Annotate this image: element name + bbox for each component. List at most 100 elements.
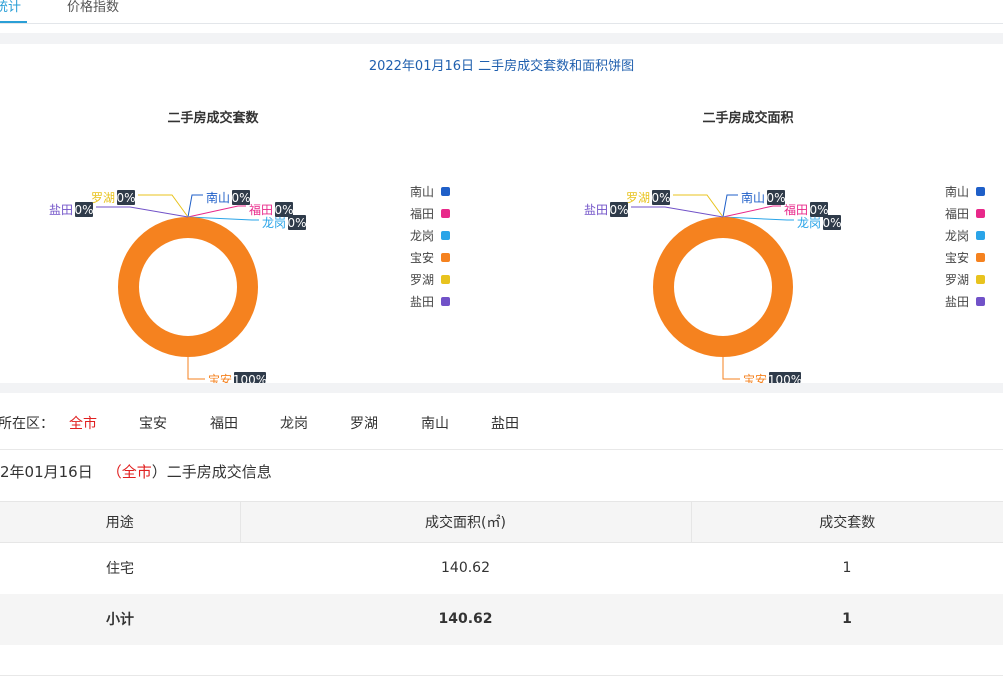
pie-label-name: 盐田 xyxy=(584,203,608,217)
tab-price-index[interactable]: 价格指数 xyxy=(67,0,119,15)
legend-swatch xyxy=(441,208,450,218)
legend-item[interactable]: 福田 xyxy=(370,202,450,224)
legend-label: 罗湖 xyxy=(944,272,969,287)
legend-swatch xyxy=(976,296,985,306)
pie-label-name: 福田 xyxy=(784,202,808,217)
subtotal-use: 小计 xyxy=(0,593,240,645)
active-tab-indicator xyxy=(0,21,27,23)
legend-item[interactable]: 福田 xyxy=(905,202,985,224)
chart-panel: 2022年01月16日 二手房成交套数和面积饼图 二手房成交套数 南山 0% 福田 0… xyxy=(0,44,1003,383)
pie-label-name: 盐田 xyxy=(49,203,73,217)
pie-label-percent: 0% xyxy=(609,203,628,217)
filter-option-all[interactable]: 全市 xyxy=(69,413,97,433)
legend-item[interactable]: 龙岗 xyxy=(905,224,985,246)
legend-item[interactable]: 罗湖 xyxy=(370,268,450,290)
legend-label: 福田 xyxy=(409,206,434,221)
pie-label-name: 龙岗 xyxy=(262,216,286,230)
table-header-row: 用途 成交面积(㎡) 成交套数 xyxy=(0,501,1003,543)
pie-label-name: 龙岗 xyxy=(797,216,821,230)
legend-label: 龙岗 xyxy=(944,228,969,243)
pie-label-percent: 0% xyxy=(651,191,670,205)
legend-label: 南山 xyxy=(409,184,434,199)
transaction-info-title: 2年01月16日 （全市）二手房成交信息 xyxy=(0,461,272,482)
cell-use: 住宅 xyxy=(106,561,134,578)
filter-option-longgang[interactable]: 龙岗 xyxy=(280,413,308,433)
pie-label-name: 宝安 xyxy=(743,372,767,383)
legend-item[interactable]: 龙岗 xyxy=(370,224,450,246)
legend-swatch xyxy=(976,274,985,284)
legend-label: 罗湖 xyxy=(409,272,434,287)
pie-leader-line xyxy=(187,205,246,218)
pie-label-percent: 0% xyxy=(809,203,828,217)
legend-swatch xyxy=(441,186,450,196)
info-suffix: 二手房成交信息 xyxy=(166,463,272,481)
pie-label-percent: 0% xyxy=(74,203,93,217)
filter-option-luohu[interactable]: 罗湖 xyxy=(350,413,378,433)
pie-label-percent: 0% xyxy=(822,216,841,230)
pie-label-percent: 100% xyxy=(768,373,802,383)
legend-item[interactable]: 宝安 xyxy=(905,246,985,268)
section-separator xyxy=(0,33,1003,44)
pie-leader-line xyxy=(631,206,724,218)
info-district: 全市 xyxy=(121,463,152,481)
pie-label-percent: 0% xyxy=(274,203,293,217)
info-paren-open: （ xyxy=(106,463,122,481)
pie-label-percent: 0% xyxy=(766,191,785,205)
pie-leader-line xyxy=(138,194,189,218)
legend-swatch xyxy=(441,252,450,262)
legend-item[interactable]: 南山 xyxy=(370,180,450,202)
legend-label: 福田 xyxy=(944,206,969,221)
filter-option-nanshan[interactable]: 南山 xyxy=(421,413,449,433)
pie-slice-3[interactable] xyxy=(653,217,793,357)
legend-label: 宝安 xyxy=(944,250,969,265)
pie-leader-line xyxy=(96,206,189,218)
filter-option-futian[interactable]: 福田 xyxy=(210,413,238,433)
pie-label-percent: 0% xyxy=(116,191,135,205)
legend-label: 南山 xyxy=(944,184,969,199)
pie-leader-line xyxy=(187,357,205,380)
pie-label-percent: 100% xyxy=(233,373,267,383)
divider xyxy=(0,675,1003,676)
legend-swatch xyxy=(976,230,985,240)
tab-statistics[interactable]: 统计 xyxy=(0,0,21,15)
tab-bar: 统计 价格指数 xyxy=(0,0,1003,24)
legend-item[interactable]: 宝安 xyxy=(370,246,450,268)
transaction-table: 用途 成交面积(㎡) 成交套数 住宅 140.62 1 小计 140.62 1 xyxy=(0,501,1003,645)
legend-swatch xyxy=(441,230,450,240)
legend-count: 南山福田龙岗宝安罗湖盐田 xyxy=(370,180,450,312)
legend-swatch xyxy=(976,252,985,262)
legend-area: 南山福田龙岗宝安罗湖盐田 xyxy=(905,180,985,312)
pie-label-name: 罗湖 xyxy=(626,190,650,205)
pie-chart-area: 二手房成交面积 南山 0% 福田 0% 龙岗 0% 宝安 100% 罗湖 0% 盐田 0% 南山 福田龙… xyxy=(535,44,1003,383)
legend-swatch xyxy=(441,296,450,306)
table-row: 住宅 140.62 1 xyxy=(0,543,1003,594)
pie-label-name: 福田 xyxy=(249,202,273,217)
pie-leader-line xyxy=(722,205,781,218)
legend-label: 宝安 xyxy=(409,250,434,265)
divider xyxy=(0,449,1003,450)
filter-option-baoan[interactable]: 宝安 xyxy=(139,413,167,433)
pie-label-name: 罗湖 xyxy=(91,190,115,205)
legend-item[interactable]: 盐田 xyxy=(905,290,985,312)
legend-item[interactable]: 罗湖 xyxy=(905,268,985,290)
legend-label: 龙岗 xyxy=(409,228,434,243)
header-use: 用途 xyxy=(0,501,241,543)
cell-count: 1 xyxy=(842,560,852,577)
pie-leader-line xyxy=(722,357,740,380)
cell-area: 140.62 xyxy=(441,560,490,577)
pie-label-percent: 0% xyxy=(287,216,306,230)
subtotal-count: 1 xyxy=(691,593,1003,645)
legend-item[interactable]: 盐田 xyxy=(370,290,450,312)
legend-item[interactable]: 南山 xyxy=(905,180,985,202)
subtotal-row: 小计 140.62 1 xyxy=(0,593,1003,645)
pie-leader-line xyxy=(673,194,724,218)
pie-label-name: 宝安 xyxy=(208,372,232,383)
header-area: 成交面积(㎡) xyxy=(240,501,692,543)
legend-label: 盐田 xyxy=(409,294,434,309)
pie-slice-3[interactable] xyxy=(118,217,258,357)
legend-label: 盐田 xyxy=(944,294,969,309)
pie-label-name: 南山 xyxy=(206,190,230,205)
filter-label: 所在区： xyxy=(0,416,54,432)
filter-option-yantian[interactable]: 盐田 xyxy=(491,413,519,433)
pie-label-name: 南山 xyxy=(741,190,765,205)
